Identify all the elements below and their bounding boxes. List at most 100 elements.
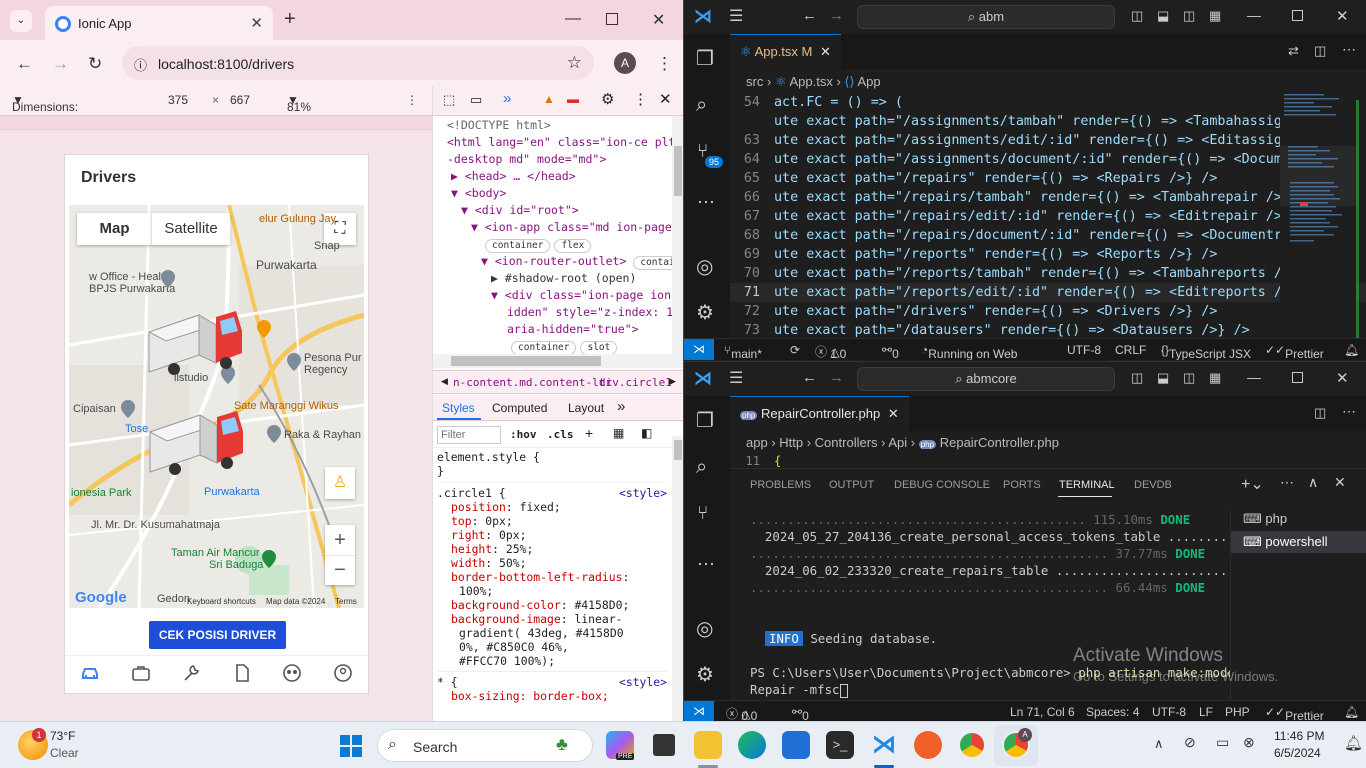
maximize-icon[interactable] — [1292, 10, 1303, 21]
customize-layout-icon[interactable]: ▦ — [1209, 370, 1221, 386]
new-rule-icon[interactable]: + — [585, 425, 593, 441]
paint-icon[interactable]: ▦ — [613, 426, 624, 440]
hamburger-menu-icon[interactable]: ☰ — [729, 368, 743, 388]
css-property[interactable]: border-bottom-left-radius: — [437, 570, 667, 584]
minimize-icon[interactable]: — — [1247, 369, 1261, 385]
toggle-sidebar-icon[interactable]: ◫ — [1131, 8, 1143, 24]
temperature[interactable]: 73°F — [50, 729, 75, 743]
chrome-menu-icon[interactable]: ⋮ — [656, 54, 673, 74]
inspect-icon[interactable]: ⬚ — [443, 92, 455, 108]
minimize-icon[interactable]: — — [1247, 7, 1261, 23]
css-property[interactable]: background-image: linear- — [437, 612, 667, 626]
panel-tab-terminal[interactable]: TERMINAL — [1059, 479, 1115, 491]
search-icon[interactable]: ⌕ — [696, 94, 707, 117]
bookmark-star-icon[interactable]: ☆ — [567, 53, 582, 73]
panel-tab-output[interactable]: OUTPUT — [829, 479, 874, 491]
toggle-secondary-sidebar-icon[interactable]: ◫ — [1183, 370, 1195, 386]
map-type-map[interactable]: Map — [77, 213, 152, 245]
h-scrollbar[interactable] — [433, 354, 672, 368]
manage-gear-icon[interactable]: ⚙ — [696, 300, 714, 325]
accounts-icon[interactable]: ◎ — [696, 254, 713, 279]
height-field[interactable]: 667 — [230, 93, 250, 107]
terminal-icon[interactable]: >_ — [826, 731, 854, 759]
width-field[interactable]: 375 — [168, 93, 188, 107]
close-panel-icon[interactable]: ✕ — [1334, 474, 1346, 491]
css-property[interactable]: box-sizing: border-box; — [437, 689, 667, 703]
more-tabs-icon[interactable]: » — [617, 398, 625, 415]
editor-tab-repaircontroller[interactable]: php RepairController.php ✕ — [730, 396, 909, 431]
close-tab-icon[interactable]: ✕ — [888, 406, 899, 421]
postman-icon[interactable] — [914, 731, 942, 759]
display-icon[interactable]: ▭ — [1216, 734, 1229, 751]
vscode-taskbar-icon[interactable]: ⋊ — [870, 731, 898, 759]
right-arrow-icon[interactable]: ▶ — [669, 376, 676, 387]
language-status[interactable]: {} TypeScript JSX — [1161, 343, 1251, 360]
tab-search-button[interactable]: ⌄ — [10, 10, 32, 32]
close-devtools-icon[interactable]: ✕ — [659, 90, 672, 108]
rule-selector[interactable]: element.style { — [437, 450, 667, 464]
crumb[interactable]: Controllers — [815, 435, 878, 450]
compare-changes-icon[interactable]: ⇄ — [1288, 43, 1299, 59]
file-explorer-icon[interactable] — [694, 731, 722, 759]
sidebar-toggle-icon[interactable]: ◧ — [641, 426, 652, 440]
split-editor-icon[interactable]: ◫ — [1314, 43, 1326, 59]
scroll-thumb[interactable] — [674, 440, 682, 460]
close-tab-icon[interactable]: ✕ — [820, 44, 831, 59]
css-property[interactable]: #FFCC70 100%); — [437, 654, 667, 668]
hov-toggle[interactable]: :hov — [510, 428, 537, 441]
cursor-position-status[interactable]: Ln 71, Col 6 — [1010, 705, 1075, 719]
panel-tab-problems[interactable]: PROBLEMS — [750, 479, 811, 491]
dom-node[interactable]: ▶ <head> … </head> — [447, 168, 673, 185]
dom-node[interactable]: ▼ <div id="root"> — [447, 202, 673, 219]
network-icon[interactable]: ⊘ — [1184, 734, 1196, 751]
dom-node[interactable]: <!DOCTYPE html> — [447, 117, 673, 134]
problems-status[interactable]: ⓧ 0 △ 0 — [726, 705, 757, 721]
nav-forward-icon[interactable]: → — [829, 369, 844, 386]
notifications-icon[interactable]: 🔔︎ — [1344, 343, 1359, 357]
accounts-icon[interactable]: ◎ — [696, 616, 713, 641]
minimap[interactable] — [1280, 90, 1356, 340]
device-more-icon[interactable]: ⋮ — [406, 93, 418, 107]
profile-avatar[interactable]: A — [614, 52, 636, 74]
crumb[interactable]: n-content.md.content-ltr — [453, 376, 612, 389]
truck-marker-icon[interactable] — [144, 297, 244, 377]
store-icon[interactable] — [782, 731, 810, 759]
rule-source-link[interactable]: <style> — [619, 486, 667, 500]
badge[interactable]: slot — [580, 341, 618, 355]
dom-node[interactable]: aria-hidden="true"> — [447, 321, 673, 338]
elements-scrollbar[interactable] — [672, 116, 683, 368]
ports-status[interactable]: ⚯ 0 — [882, 343, 899, 360]
badge[interactable]: flex — [554, 239, 592, 253]
dom-node[interactable]: ▼ <div class="ion-page ion — [447, 287, 673, 304]
briefcase-icon[interactable] — [131, 663, 151, 683]
tab-computed[interactable]: Computed — [492, 401, 547, 415]
device-select[interactable]: Dimensions: iPhone ... ▼ — [12, 93, 78, 128]
maximize-icon[interactable] — [1292, 372, 1303, 383]
css-property[interactable]: width: 50%; — [437, 556, 667, 570]
rule-selector[interactable]: .circle1 { — [437, 486, 506, 500]
person-icon[interactable] — [333, 663, 353, 683]
css-property[interactable]: 100%; — [437, 584, 667, 598]
url-field[interactable]: ⓘ localhost:8100/drivers ☆ — [122, 46, 594, 80]
hamburger-menu-icon[interactable]: ☰ — [729, 6, 743, 26]
more-panels-icon[interactable]: » — [503, 90, 511, 107]
chrome-icon[interactable] — [958, 731, 986, 759]
badge[interactable]: container — [485, 239, 551, 253]
command-center-search[interactable]: ⌕ abm — [857, 5, 1115, 29]
css-property[interactable]: right: 0px; — [437, 528, 667, 542]
cls-toggle[interactable]: .cls — [547, 428, 574, 441]
maximize-panel-icon[interactable]: ∧ — [1308, 474, 1318, 491]
tab-layout[interactable]: Layout — [568, 401, 604, 415]
terminal-item-powershell[interactable]: ⌨︎ powershell — [1231, 531, 1366, 553]
manage-gear-icon[interactable]: ⚙ — [696, 662, 714, 687]
explorer-icon[interactable]: ❐ — [696, 408, 714, 433]
forward-icon[interactable]: → — [52, 54, 69, 74]
badge[interactable]: container — [511, 341, 577, 355]
running-status[interactable]: ◔ Running on Web — [921, 343, 1017, 360]
issues-icon[interactable]: ▬ — [567, 92, 579, 106]
cek-posisi-driver-button[interactable]: CEK POSISI DRIVER — [149, 621, 286, 649]
crumb[interactable]: Http — [779, 435, 803, 450]
crumb[interactable]: div.circle1 — [599, 376, 672, 389]
people-icon[interactable] — [282, 663, 302, 683]
rule-source-link[interactable]: <style> — [619, 675, 667, 689]
